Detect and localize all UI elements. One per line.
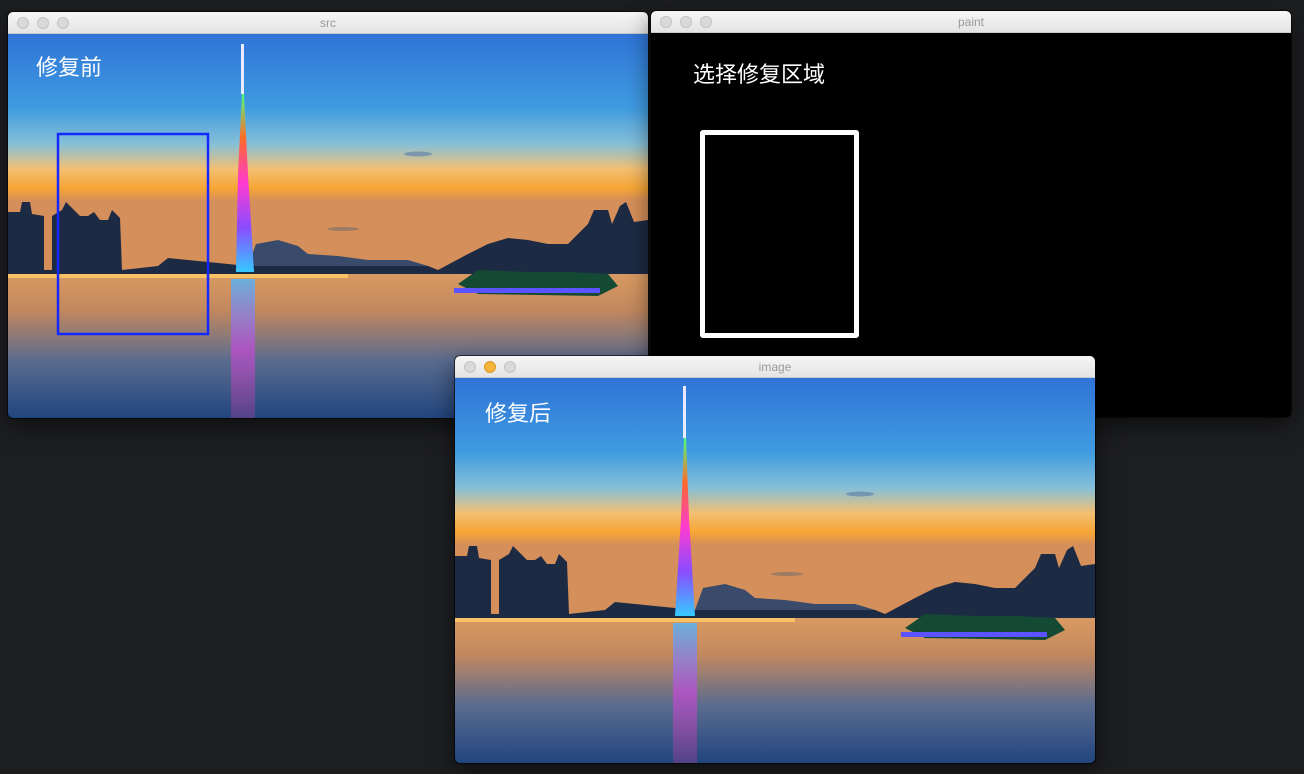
titlebar-src[interactable]: src [8,12,648,34]
before-label: 修复前 [36,56,103,81]
window-image[interactable]: image 修复后 [455,356,1095,763]
titlebar-image[interactable]: image [455,356,1095,378]
cityscape-photo [455,378,1095,763]
window-title: src [320,16,336,30]
mask-rectangle[interactable] [700,130,859,338]
result-image: 修复后 [455,378,1095,763]
titlebar-paint[interactable]: paint [651,11,1291,33]
window-title: image [758,360,792,374]
window-title: paint [957,15,985,29]
select-area-label: 选择修复区域 [693,63,826,88]
after-label: 修复后 [485,402,552,427]
